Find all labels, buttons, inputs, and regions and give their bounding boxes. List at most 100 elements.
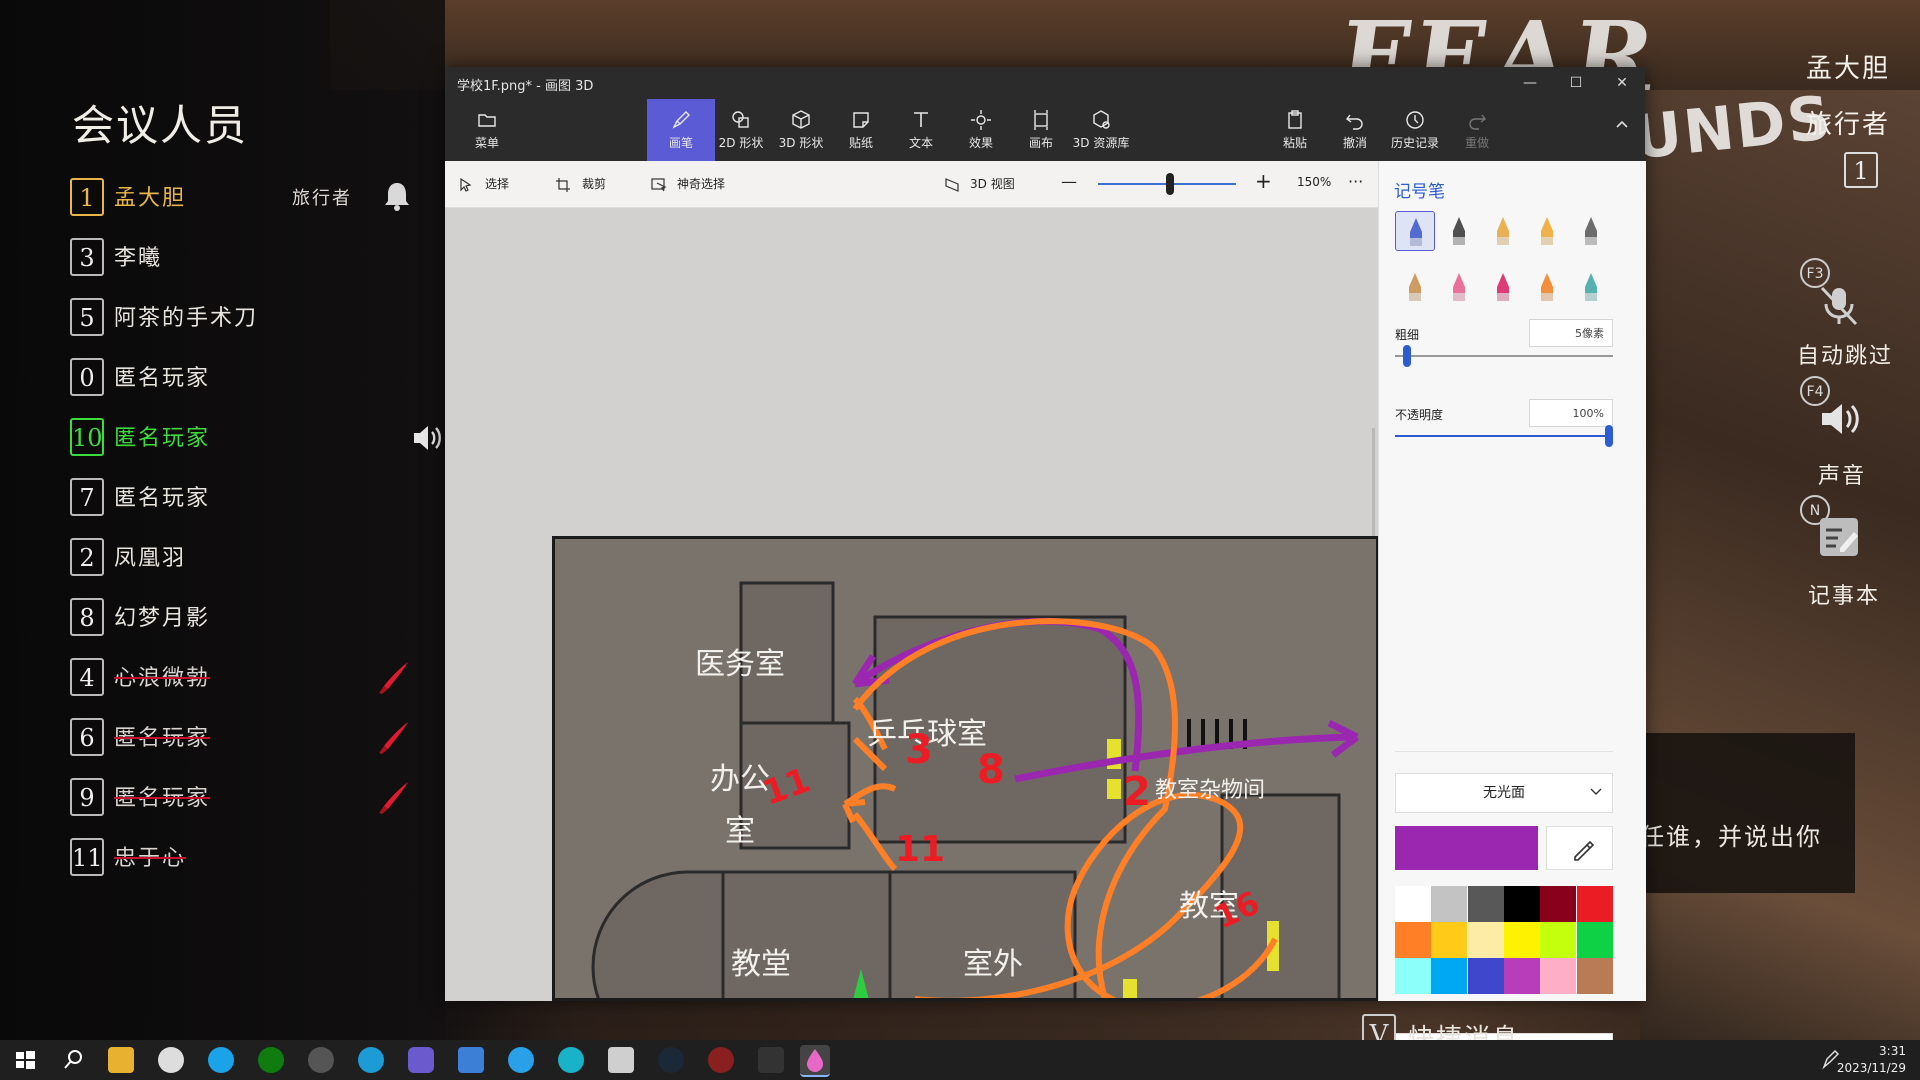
color-swatch[interactable] xyxy=(1467,958,1504,994)
maximize-button[interactable]: ☐ xyxy=(1553,67,1599,99)
ribbon-shapes-2d-button[interactable]: 2D 形状 xyxy=(707,99,775,161)
color-swatch[interactable] xyxy=(1503,958,1540,994)
notebook-icon[interactable] xyxy=(1812,510,1866,564)
color-swatch[interactable] xyxy=(1576,922,1613,958)
close-button[interactable]: ✕ xyxy=(1599,67,1645,99)
ribbon-undo-button[interactable]: 撤消 xyxy=(1321,99,1389,161)
color-swatch[interactable] xyxy=(1431,886,1468,922)
chat-icon[interactable] xyxy=(508,1047,534,1073)
color-swatch[interactable] xyxy=(1503,922,1540,958)
player-row[interactable]: 4 心浪微勃 xyxy=(70,656,430,700)
color-swatch[interactable] xyxy=(1395,958,1431,994)
color-swatch[interactable] xyxy=(1576,886,1613,922)
color-swatch[interactable] xyxy=(1576,958,1613,994)
media-icon[interactable] xyxy=(408,1047,434,1073)
collapse-ribbon-icon[interactable] xyxy=(1599,111,1645,143)
game-app-icon[interactable] xyxy=(758,1047,784,1073)
app-icon[interactable] xyxy=(308,1047,334,1073)
zoom-slider-thumb[interactable] xyxy=(1165,173,1174,195)
player-row[interactable]: 7 匿名玩家 xyxy=(70,476,430,520)
map-image[interactable]: 医务室 乒乓球室 办公 室 教室杂物间 教室 教堂 室外 11 3 8 2 11… xyxy=(552,536,1379,1001)
zoom-out-button[interactable]: — xyxy=(1061,172,1077,191)
pencil-icon[interactable] xyxy=(1395,267,1435,307)
zoom-in-button[interactable]: + xyxy=(1255,169,1272,193)
eraser-icon[interactable] xyxy=(1439,267,1479,307)
finish-dropdown[interactable]: 无光面 xyxy=(1395,773,1613,813)
paint3d-taskbar-icon[interactable] xyxy=(800,1045,830,1077)
crayon-icon[interactable] xyxy=(1483,267,1523,307)
ribbon-folder-button[interactable]: 菜单 xyxy=(453,99,521,161)
player-row[interactable]: 3 李曦 xyxy=(70,236,430,280)
ribbon-history-button[interactable]: 历史记录 xyxy=(1381,99,1449,161)
ribbon-canvas-button[interactable]: 画布 xyxy=(1007,99,1075,161)
ribbon-cube-button[interactable]: 3D 形状 xyxy=(767,99,835,161)
notebook-label[interactable]: 记事本 xyxy=(1808,578,1880,610)
ribbon-sticker-button[interactable]: 贴纸 xyxy=(827,99,895,161)
color-swatch[interactable] xyxy=(1540,922,1577,958)
mic-muted-icon[interactable] xyxy=(1812,278,1866,332)
eyedropper-button[interactable] xyxy=(1546,826,1613,870)
game-icon[interactable] xyxy=(608,1047,634,1073)
current-color-swatch[interactable] xyxy=(1395,826,1538,870)
ribbon-library-button[interactable]: 3D 资源库 xyxy=(1067,99,1135,161)
opacity-slider[interactable] xyxy=(1395,435,1613,437)
zoom-percent[interactable]: 150% xyxy=(1297,175,1331,189)
view-3d-toggle[interactable]: 3D 视图 xyxy=(944,175,1015,192)
thickness-slider[interactable] xyxy=(1395,355,1613,357)
minimize-button[interactable]: — xyxy=(1507,67,1553,99)
xbox-icon[interactable] xyxy=(258,1047,284,1073)
edge-icon[interactable] xyxy=(358,1047,384,1073)
ribbon-brush-button[interactable]: 画笔 xyxy=(647,99,715,161)
qq-icon[interactable] xyxy=(158,1047,184,1073)
sound-label[interactable]: 声音 xyxy=(1818,458,1866,490)
player-row[interactable]: 2 凤凰羽 xyxy=(70,536,430,580)
thickness-slider-thumb[interactable] xyxy=(1403,345,1412,367)
mail-icon[interactable] xyxy=(458,1047,484,1073)
color-swatch[interactable] xyxy=(1540,958,1577,994)
auto-skip-label[interactable]: 自动跳过 xyxy=(1797,338,1893,370)
color-swatch[interactable] xyxy=(1467,922,1504,958)
player-row[interactable]: 11 忠于心 xyxy=(70,836,430,880)
color-swatch[interactable] xyxy=(1540,886,1577,922)
browser-icon[interactable] xyxy=(208,1047,234,1073)
ribbon-effects-button[interactable]: 效果 xyxy=(947,99,1015,161)
ribbon-text-button[interactable]: 文本 xyxy=(887,99,955,161)
steam-icon[interactable] xyxy=(658,1047,684,1073)
opacity-slider-thumb[interactable] xyxy=(1605,425,1613,447)
pixel-pen-icon[interactable] xyxy=(1571,211,1611,251)
player-row[interactable]: 6 匿名玩家 xyxy=(70,716,430,760)
color-swatch[interactable] xyxy=(1467,886,1504,922)
watercolor-icon[interactable] xyxy=(1527,211,1567,251)
player-row[interactable]: 1 孟大胆 旅行者 xyxy=(70,176,430,220)
windows-start-icon[interactable] xyxy=(12,1047,38,1073)
player-row[interactable]: 5 阿茶的手术刀 xyxy=(70,296,430,340)
color-swatch[interactable] xyxy=(1431,958,1468,994)
player-row[interactable]: 0 匿名玩家 xyxy=(70,356,430,400)
player-row[interactable]: 8 幻梦月影 xyxy=(70,596,430,640)
red-app-icon[interactable] xyxy=(708,1047,734,1073)
color-swatch[interactable] xyxy=(1503,886,1540,922)
opacity-input[interactable]: 100% xyxy=(1529,399,1613,427)
color-swatch[interactable] xyxy=(1395,886,1431,922)
marker-icon[interactable] xyxy=(1395,211,1435,251)
cloud-icon[interactable] xyxy=(558,1047,584,1073)
file-explorer-icon[interactable] xyxy=(108,1047,134,1073)
color-swatch[interactable] xyxy=(1395,922,1431,958)
magic-select-tool[interactable]: 神奇选择 xyxy=(651,175,725,192)
calligraphy-pen-icon[interactable] xyxy=(1439,211,1479,251)
crop-tool[interactable]: 裁剪 xyxy=(556,175,606,192)
player-row[interactable]: 9 匿名玩家 xyxy=(70,776,430,820)
search-icon[interactable] xyxy=(60,1047,86,1073)
spray-can-icon[interactable] xyxy=(1527,267,1567,307)
player-row[interactable]: 10 匿名玩家 xyxy=(70,416,441,460)
thickness-input[interactable]: 5像素 xyxy=(1529,319,1613,347)
taskbar-clock[interactable]: 3:31 2023/11/29 xyxy=(1837,1043,1906,1077)
oil-brush-icon[interactable] xyxy=(1483,211,1523,251)
color-swatch[interactable] xyxy=(1431,922,1468,958)
ribbon-paste-button[interactable]: 粘贴 xyxy=(1261,99,1329,161)
sound-icon[interactable] xyxy=(1812,392,1866,446)
canvas-area[interactable]: 医务室 乒乓球室 办公 室 教室杂物间 教室 教堂 室外 11 3 8 2 11… xyxy=(445,208,1379,1001)
select-tool[interactable]: 选择 xyxy=(459,175,509,192)
more-options-button[interactable]: ··· xyxy=(1348,172,1363,191)
fill-icon[interactable] xyxy=(1571,267,1611,307)
